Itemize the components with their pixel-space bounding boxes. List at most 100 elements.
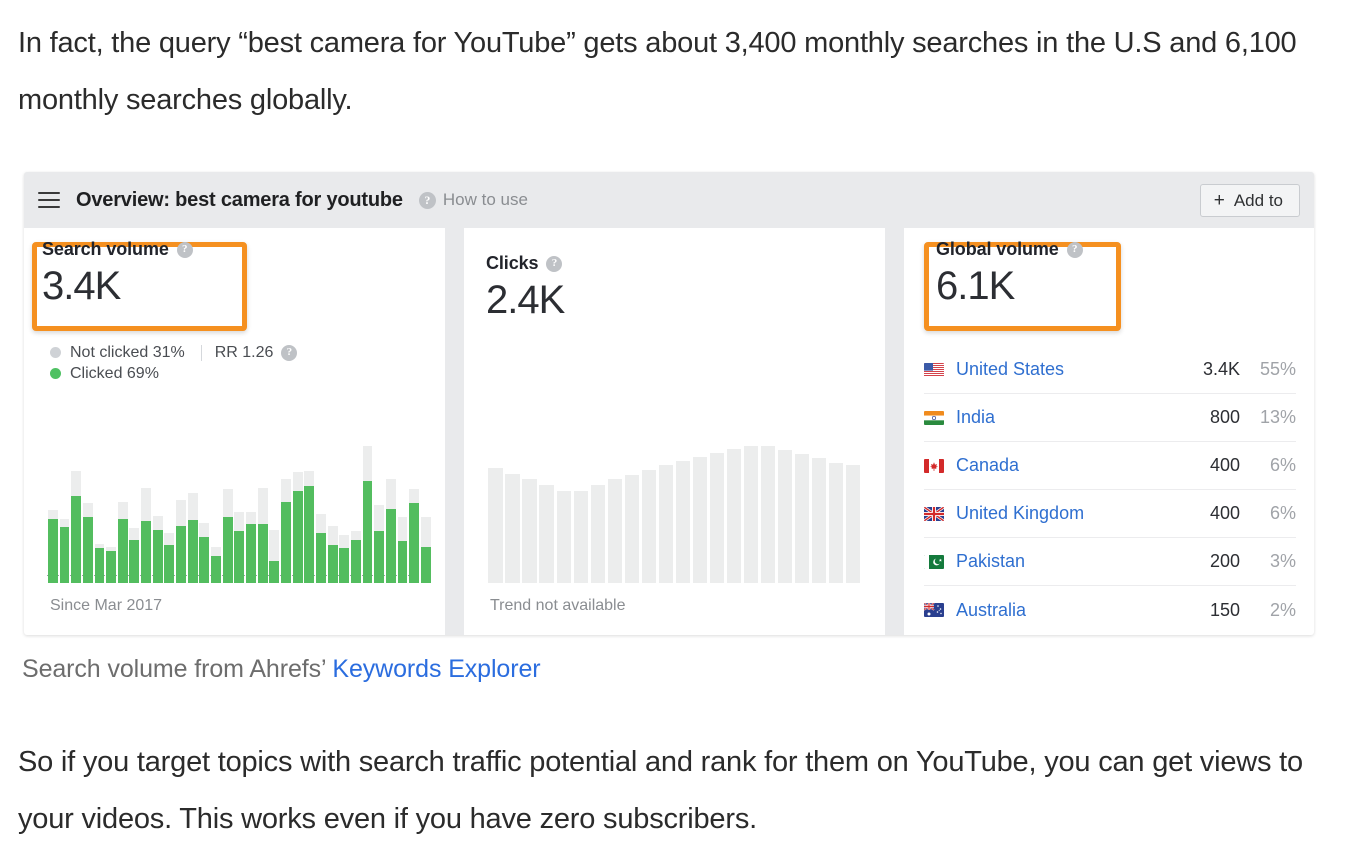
flag-icon-in [924, 410, 944, 425]
bar [408, 443, 420, 583]
how-to-use-link[interactable]: ? How to use [418, 190, 528, 210]
country-percent: 13% [1259, 407, 1296, 427]
bar-not-clicked [176, 500, 186, 526]
add-to-button[interactable]: + Add to [1199, 184, 1300, 217]
flag-icon-us [924, 362, 944, 377]
plus-icon: + [1213, 190, 1225, 211]
help-icon: ? [418, 191, 436, 209]
bar [327, 443, 339, 583]
keywords-explorer-link[interactable]: Keywords Explorer [332, 655, 540, 683]
flag-icon-ca [924, 458, 944, 473]
country-row[interactable]: United States 3.4K 55% [924, 346, 1296, 394]
bar [82, 443, 94, 583]
bar-clicked [117, 518, 128, 583]
country-row[interactable]: Pakistan 200 3% [924, 538, 1296, 586]
bar-clicked [222, 517, 233, 583]
bar-not-clicked [129, 528, 140, 540]
country-name[interactable]: Canada [956, 455, 1178, 476]
bar-not-clicked [374, 504, 385, 532]
country-row[interactable]: Canada 400 6% [924, 442, 1296, 490]
bar [674, 443, 691, 583]
bar [572, 443, 589, 583]
bar [521, 443, 538, 583]
bar [199, 443, 211, 583]
bar-clicked [141, 521, 152, 583]
country-volume: 200 [1209, 551, 1240, 571]
bar-not-clicked [187, 493, 198, 520]
bar [555, 443, 572, 583]
bar-clicked [211, 556, 221, 583]
clicks-chart-footer: Trend not available [490, 597, 626, 614]
how-to-use-label: How to use [442, 190, 528, 209]
country-row[interactable]: India 800 13% [924, 394, 1296, 442]
bar-clicks [675, 461, 690, 583]
bar [234, 443, 246, 583]
clicks-panel: Clicks ? 2.4K Trend not available [464, 228, 885, 635]
help-icon[interactable]: ? [546, 255, 563, 272]
bar-clicked [82, 517, 93, 583]
country-name[interactable]: Pakistan [956, 551, 1178, 572]
bar-clicked [350, 539, 361, 583]
bar [794, 443, 811, 583]
bar-clicked [164, 545, 175, 583]
country-name[interactable]: United Kingdom [956, 503, 1178, 524]
help-icon[interactable]: ? [176, 241, 193, 258]
bar-not-clicked [327, 525, 338, 546]
bar [760, 443, 777, 583]
page-title: Overview: best camera for youtube [76, 188, 403, 211]
flag-icon-au [924, 603, 944, 617]
bar-clicks [846, 465, 861, 583]
bar [140, 443, 152, 583]
bar [257, 443, 269, 583]
country-name[interactable]: India [956, 407, 1178, 428]
bar [691, 443, 708, 583]
bar-clicked [129, 539, 140, 583]
bar-not-clicked [350, 531, 361, 540]
country-name[interactable]: United States [956, 359, 1178, 380]
bar-clicked [47, 518, 58, 583]
hamburger-icon[interactable] [38, 192, 60, 208]
bar [657, 443, 674, 583]
bar-clicks [658, 465, 673, 583]
intro-paragraph: In fact, the query “best camera for YouT… [18, 27, 1297, 116]
bar-clicks [760, 445, 776, 583]
bar-clicked [59, 527, 70, 583]
bar-not-clicked [234, 511, 245, 532]
bar-not-clicked [257, 487, 268, 525]
bar [47, 443, 59, 583]
bar [708, 443, 725, 583]
country-percent: 3% [1269, 551, 1296, 571]
bar [623, 443, 640, 583]
country-row[interactable]: Australia 150 2% [924, 586, 1296, 634]
clicked-dot [50, 368, 61, 379]
bar-not-clicked [47, 510, 58, 519]
help-icon[interactable]: ? [281, 344, 298, 361]
bar-not-clicked [152, 515, 163, 530]
flag-icon-gb [924, 506, 944, 521]
bar-clicked [94, 548, 105, 583]
caption-text: Search volume from Ahrefs’ [22, 655, 333, 683]
add-to-label: Add to [1233, 190, 1283, 210]
bar-clicks [641, 469, 656, 583]
country-percent: 55% [1259, 359, 1296, 379]
bar-clicked [420, 546, 431, 583]
bar-clicked [269, 560, 280, 583]
bar [385, 443, 397, 583]
country-volume: 150 [1209, 599, 1240, 620]
bar-clicks [624, 475, 639, 583]
bar [828, 443, 845, 583]
country-volume: 3.4K [1202, 359, 1240, 379]
bar-not-clicked [222, 489, 233, 518]
bar [187, 443, 199, 583]
bar [59, 443, 71, 583]
bar-clicked [409, 503, 420, 583]
bar-not-clicked [141, 487, 152, 522]
bar [280, 443, 292, 583]
country-row[interactable]: United Kingdom 400 6% [924, 490, 1296, 538]
country-name[interactable]: Australia [956, 600, 1178, 621]
bar [222, 443, 234, 583]
bar [117, 443, 129, 583]
bar [268, 443, 280, 583]
help-icon[interactable]: ? [1066, 241, 1083, 258]
bar-clicked [71, 496, 82, 583]
